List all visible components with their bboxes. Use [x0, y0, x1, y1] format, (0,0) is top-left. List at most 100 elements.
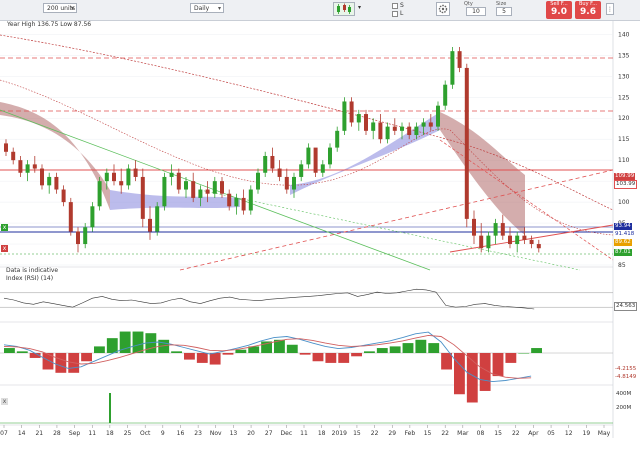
candle [392, 118, 397, 136]
macd-value-tag-1: -4.2155 [615, 366, 637, 372]
volume-bar [109, 393, 111, 423]
time-axis-label: 22 [512, 430, 520, 437]
time-axis-label: Apr [528, 430, 539, 437]
price-chart[interactable]: 140135130125120115110105100959085 071421… [0, 20, 640, 451]
buy-button[interactable]: Buy F... 9.6 [575, 1, 601, 19]
qty-value: 10 [472, 8, 480, 15]
candle [4, 139, 8, 156]
price-axis-label: 125 [618, 94, 630, 101]
candle [155, 202, 160, 236]
candle [292, 172, 296, 198]
macd-histogram-bar [338, 353, 350, 363]
macd-value-tag-2: -4.8149 [615, 374, 637, 380]
macd-layer [0, 331, 613, 403]
candle [284, 168, 289, 194]
candle [25, 160, 30, 182]
marker-close-icon[interactable]: x [1, 245, 8, 252]
chevron-down-icon: ▾ [217, 5, 221, 12]
marker-close-icon[interactable]: x [1, 398, 8, 405]
gear-button[interactable] [436, 2, 450, 16]
checkbox-l[interactable] [392, 11, 398, 17]
time-axis-label: Feb [405, 430, 416, 437]
time-axis-label: 21 [35, 430, 43, 437]
macd-histogram-bar [299, 353, 311, 355]
candle [328, 143, 332, 169]
price-tag-87: 87.01 [614, 249, 632, 256]
macd-histogram-bar [222, 353, 234, 355]
time-axis-label: May [598, 430, 611, 437]
candle [220, 176, 224, 198]
candle [162, 172, 167, 211]
time-axis-label: 25 [124, 430, 132, 437]
disclaimer-label: Data is indicative [6, 267, 59, 274]
price-axis-label: 135 [618, 52, 630, 59]
candle [47, 172, 52, 194]
time-axis-label: 20 [247, 430, 255, 437]
candlestick-icon [337, 3, 351, 14]
price-tag-109: 109.99 [614, 173, 636, 180]
main-info-label: Year High 136.75 Low 87.56 [7, 21, 92, 28]
candle [241, 189, 246, 215]
candle [464, 63, 469, 228]
candle [133, 160, 138, 182]
candle [356, 109, 361, 131]
chart-area[interactable]: 140135130125120115110105100959085 071421… [0, 20, 640, 451]
candle [450, 46, 455, 89]
price-tag-104: 103.99 [614, 180, 638, 189]
stake-value: 5 [502, 8, 506, 15]
time-axis-label: 14 [18, 430, 26, 437]
buy-price: 9.6 [580, 7, 596, 17]
price-tag-93: 93.94 [614, 223, 632, 230]
ticket-menu-button[interactable]: ⋮ [606, 3, 614, 15]
chart-type-chevron[interactable]: ▾ [358, 4, 364, 12]
interval-select[interactable]: Daily ▾ [190, 3, 224, 13]
checkbox-s-label: S [400, 2, 404, 9]
candle [342, 97, 347, 136]
time-axis-label: 23 [194, 430, 202, 437]
macd-histogram-bar [325, 353, 337, 363]
checkbox-s[interactable] [392, 3, 398, 9]
candle [335, 126, 340, 152]
candle [234, 193, 239, 215]
candle [97, 176, 102, 211]
sell-price: 9.0 [551, 7, 567, 17]
candle [299, 160, 304, 182]
toolbar: 200 units ▾ Daily ▾ ▾ S L Qty 10 Size 5 … [0, 0, 640, 21]
time-axis-label: 9 [161, 430, 165, 437]
price-tag-91: 91.418 [614, 231, 636, 238]
macd-histogram-bar [376, 348, 388, 353]
macd-histogram-bar [16, 351, 28, 353]
time-axis-label: 18 [318, 430, 326, 437]
candle [148, 206, 152, 240]
time-axis-label: 2019 [332, 430, 347, 437]
candle [515, 231, 520, 253]
macd-histogram-bar [428, 343, 440, 353]
candle [176, 168, 181, 194]
candle [90, 202, 95, 232]
time-axis-label: 28 [53, 430, 61, 437]
sell-button[interactable]: Sell F... 9.0 [546, 1, 572, 19]
price-tag-89: 89.62 [614, 239, 632, 246]
chart-type-button[interactable] [333, 2, 355, 16]
macd-histogram-bar [312, 353, 324, 362]
candle [364, 109, 368, 136]
time-axis-label: 08 [477, 430, 485, 437]
time-axis-label: 15 [424, 430, 432, 437]
candle [320, 160, 325, 177]
candle [126, 164, 131, 190]
time-axis-label: 15 [494, 430, 502, 437]
rsi-label: Index (RSI) (14) [6, 275, 54, 282]
stake-input[interactable]: 5 [496, 7, 512, 16]
marker-close-icon[interactable]: x [1, 224, 8, 231]
units-select[interactable]: 200 units ▾ [43, 3, 77, 13]
interval-select-value: Daily [194, 5, 210, 12]
time-axis-label: 07 [0, 430, 8, 437]
macd-histogram-bar [505, 353, 517, 363]
qty-input[interactable]: 10 [466, 7, 486, 16]
candle [76, 227, 80, 253]
macd-histogram-bar [389, 346, 401, 353]
macd-histogram-bar [81, 353, 92, 362]
macd-histogram-bar [184, 353, 195, 360]
candle [112, 164, 116, 186]
macd-histogram-bar [402, 343, 414, 353]
